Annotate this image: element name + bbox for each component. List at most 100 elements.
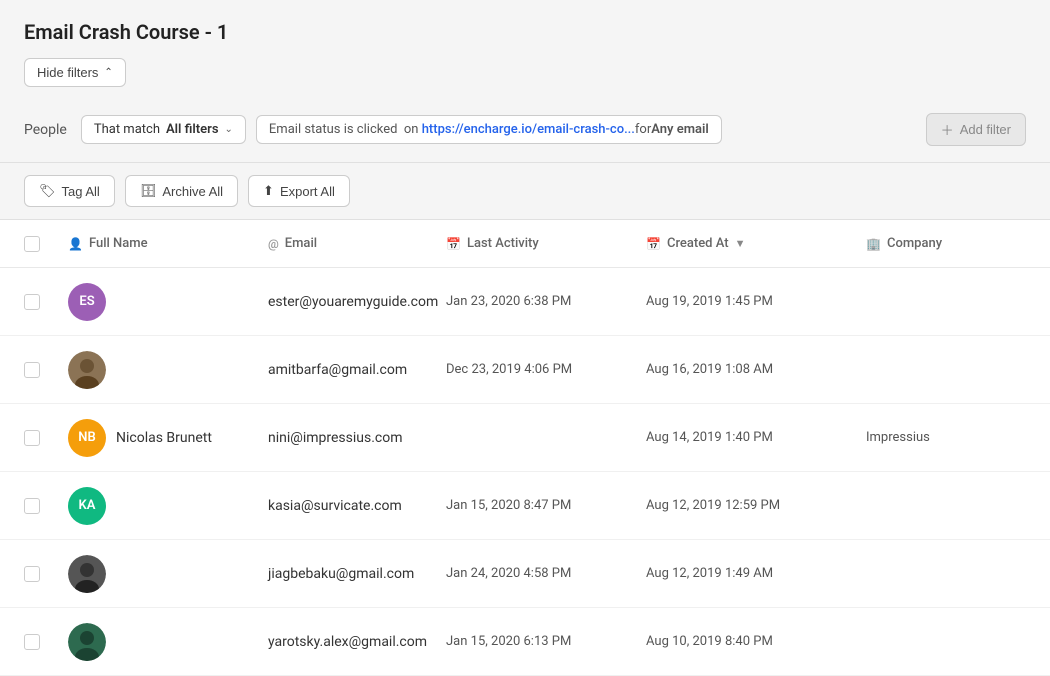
col-last-activity-label: Last Activity [467,236,539,251]
filter-condition-link: https://encharge.io/email-crash-co... [422,122,635,137]
cell-created-at: Aug 19, 2019 1:45 PM [646,294,866,309]
select-all-checkbox[interactable] [24,236,40,252]
cell-email: yarotsky.alex@gmail.com [268,634,446,650]
filter-condition-suffix: for [635,122,651,137]
cell-fullname: Nicolas Brunett [116,430,212,446]
cell-email: amitbarfa@gmail.com [268,362,446,378]
fullname-cell: KA [68,487,268,525]
calendar-icon-created: 📅 [646,237,661,251]
avatar: ES [68,283,106,321]
cell-email: jiagbebaku@gmail.com [268,566,446,582]
people-label: People [24,122,67,138]
row-checkbox-cell [24,362,68,378]
cell-email: nini@impressius.com [268,430,446,446]
cell-email: kasia@survicate.com [268,498,446,514]
avatar [68,351,106,389]
page-title: Email Crash Course - 1 [24,20,1026,44]
match-filter-text: That match [94,122,160,137]
table-row: NB Nicolas Brunett nini@impressius.com A… [0,404,1050,472]
fullname-cell [68,351,268,389]
row-checkbox-cell [24,294,68,310]
hide-filters-button[interactable]: Hide filters ⌃ [24,58,126,87]
cell-last-activity: Jan 15, 2020 8:47 PM [446,498,646,513]
row-checkbox-cell [24,634,68,650]
table-row: amitbarfa@gmail.com Dec 23, 2019 4:06 PM… [0,336,1050,404]
table-row: jiagbebaku@gmail.com Jan 24, 2020 4:58 P… [0,540,1050,608]
cell-created-at: Aug 16, 2019 1:08 AM [646,362,866,377]
building-icon: 🏢 [866,237,881,251]
avatar: KA [68,487,106,525]
cell-created-at: Aug 12, 2019 1:49 AM [646,566,866,581]
row-checkbox[interactable] [24,294,40,310]
toolbar: 🏷 Tag All 🗄 Archive All ⬆ Export All [0,163,1050,220]
col-header-fullname: 👤 Full Name [68,236,268,251]
sort-arrow-icon: ▼ [735,237,746,250]
table-row: KA kasia@survicate.com Jan 15, 2020 8:47… [0,472,1050,540]
fullname-cell: NB Nicolas Brunett [68,419,268,457]
add-filter-button[interactable]: ＋ Add filter [926,113,1026,146]
row-checkbox[interactable] [24,430,40,446]
match-filter-pill[interactable]: That match All filters ⌄ [81,115,246,144]
avatar [68,555,106,593]
row-checkbox[interactable] [24,566,40,582]
at-icon: @ [268,237,279,251]
col-fullname-label: Full Name [89,236,148,251]
archive-all-button[interactable]: 🗄 Archive All [125,175,238,207]
row-checkbox-cell [24,498,68,514]
cell-created-at: Aug 14, 2019 1:40 PM [646,430,866,445]
tag-icon: 🏷 [39,183,56,199]
calendar-icon-activity: 📅 [446,237,461,251]
col-created-at-label: Created At [667,236,729,251]
table-row: yarotsky.alex@gmail.com Jan 15, 2020 6:1… [0,608,1050,676]
avatar [68,623,106,661]
cell-email: ester@youaremyguide.com [268,294,446,310]
avatar: NB [68,419,106,457]
cell-last-activity: Jan 24, 2020 4:58 PM [446,566,646,581]
header-section: Email Crash Course - 1 Hide filters ⌃ Pe… [0,0,1050,163]
row-checkbox[interactable] [24,498,40,514]
col-header-email: @ Email [268,236,446,251]
archive-all-label: Archive All [162,184,223,199]
col-header-last-activity: 📅 Last Activity [446,236,646,251]
tag-all-button[interactable]: 🏷 Tag All [24,175,115,207]
row-checkbox[interactable] [24,362,40,378]
cell-last-activity: Jan 15, 2020 6:13 PM [446,634,646,649]
plus-icon: ＋ [941,120,954,139]
filter-condition-text: Email status is clicked on [269,122,422,137]
export-all-label: Export All [280,184,335,199]
col-company-label: Company [887,236,942,251]
page-wrapper: Email Crash Course - 1 Hide filters ⌃ Pe… [0,0,1050,676]
table-row: ES ester@youaremyguide.com Jan 23, 2020 … [0,268,1050,336]
add-filter-label: Add filter [960,122,1011,137]
person-icon: 👤 [68,237,83,251]
hide-filters-label: Hide filters [37,65,98,80]
fullname-cell [68,623,268,661]
fullname-cell: ES [68,283,268,321]
col-header-created-at[interactable]: 📅 Created At ▼ [646,236,866,251]
match-filter-bold: All filters [166,122,219,137]
cell-created-at: Aug 12, 2019 12:59 PM [646,498,866,513]
archive-icon: 🗄 [140,183,157,199]
row-checkbox-cell [24,566,68,582]
select-all-checkbox-cell [24,236,68,252]
row-checkbox[interactable] [24,634,40,650]
col-header-company: 🏢 Company [866,236,1026,251]
cell-last-activity: Jan 23, 2020 6:38 PM [446,294,646,309]
export-icon: ⬆ [263,183,274,199]
chevron-down-icon: ⌄ [225,124,233,135]
table-header: 👤 Full Name @ Email 📅 Last Activity 📅 Cr… [0,220,1050,268]
cell-company: Impressius [866,430,1026,445]
filter-condition-bold: Any email [651,122,709,137]
row-checkbox-cell [24,430,68,446]
cell-last-activity: Dec 23, 2019 4:06 PM [446,362,646,377]
table-body: ES ester@youaremyguide.com Jan 23, 2020 … [0,268,1050,676]
table-container: 👤 Full Name @ Email 📅 Last Activity 📅 Cr… [0,220,1050,676]
filter-condition-pill[interactable]: Email status is clicked on https://encha… [256,115,722,144]
fullname-cell [68,555,268,593]
chevron-up-icon: ⌃ [104,67,112,78]
cell-created-at: Aug 10, 2019 8:40 PM [646,634,866,649]
filter-bar: People That match All filters ⌄ Email st… [24,101,1026,162]
tag-all-label: Tag All [62,184,100,199]
col-email-label: Email [285,236,317,251]
export-all-button[interactable]: ⬆ Export All [248,175,350,207]
